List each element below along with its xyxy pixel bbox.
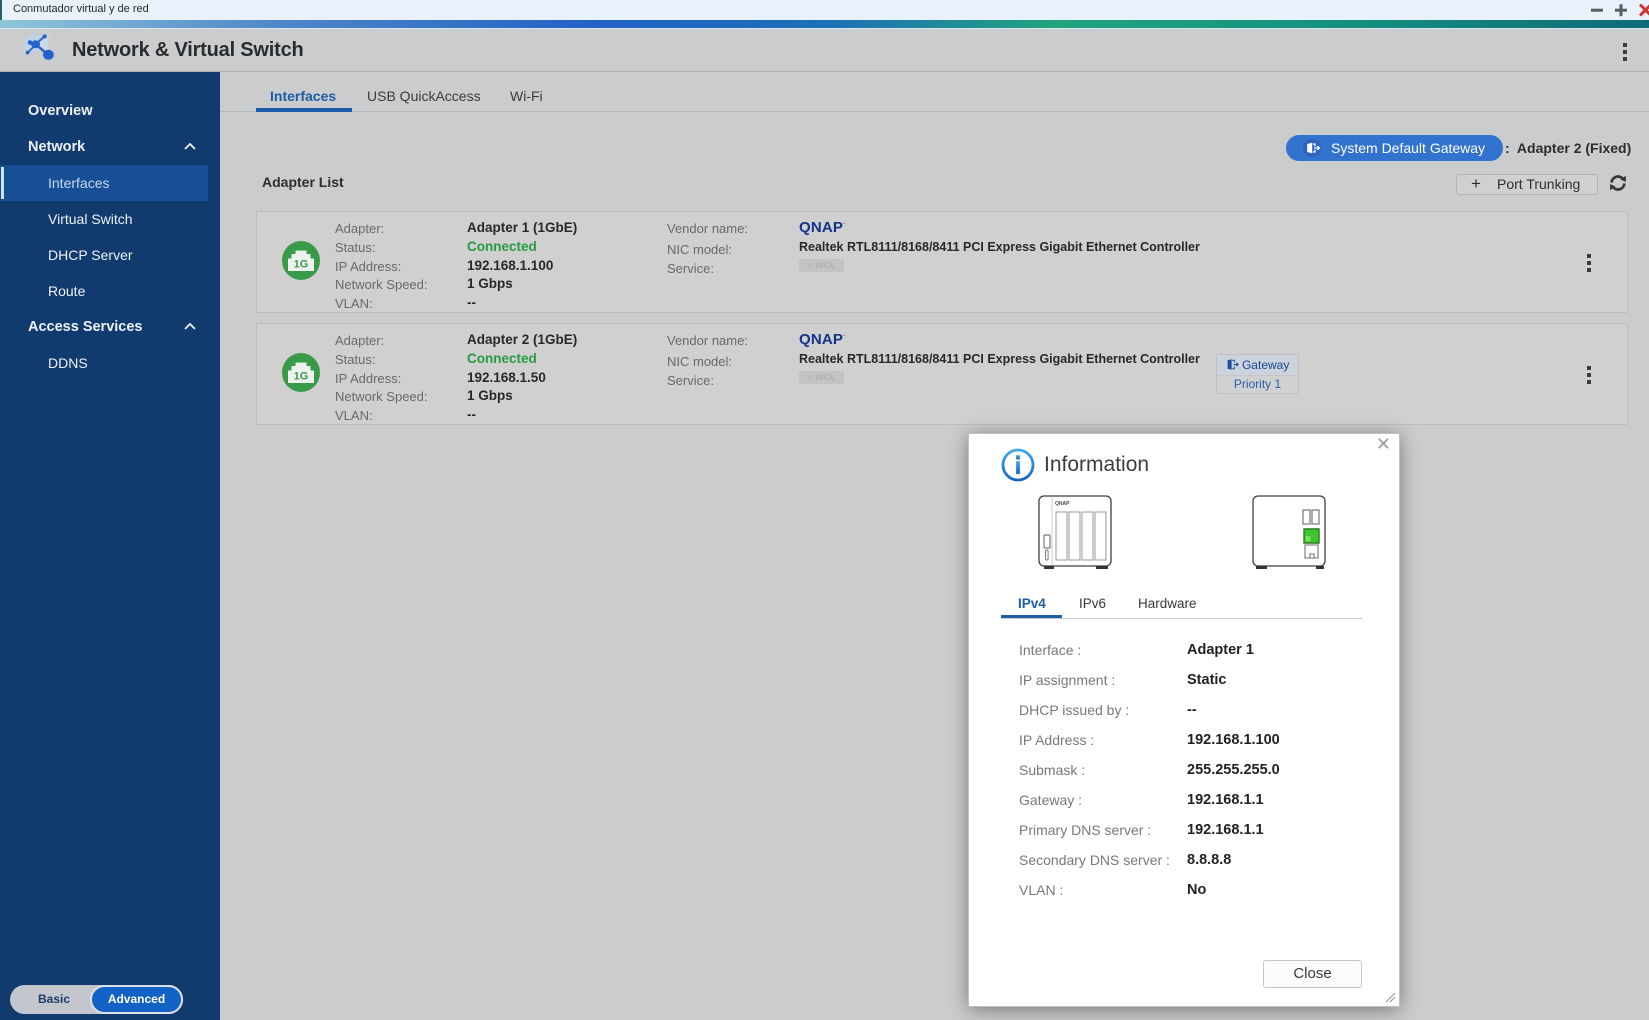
svg-text:QNAP: QNAP	[1055, 501, 1070, 507]
svg-text:1G: 1G	[294, 259, 309, 271]
svg-text:1G: 1G	[294, 371, 309, 383]
